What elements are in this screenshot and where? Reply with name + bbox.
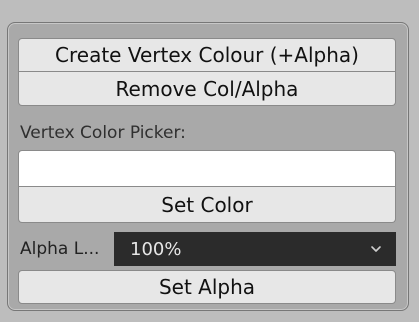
vertex-color-panel: Create Vertex Colour (+Alpha) Remove Col… xyxy=(7,22,409,311)
vertex-color-picker-label: Vertex Color Picker: xyxy=(20,123,186,143)
alpha-level-label: Alpha L... xyxy=(18,232,114,266)
remove-col-alpha-button[interactable]: Remove Col/Alpha xyxy=(18,72,396,106)
alpha-level-value: 100% xyxy=(130,238,182,260)
create-vertex-colour-button[interactable]: Create Vertex Colour (+Alpha) xyxy=(18,38,396,72)
alpha-level-dropdown[interactable]: 100% xyxy=(114,232,396,266)
set-alpha-button[interactable]: Set Alpha xyxy=(18,270,396,304)
alpha-level-row: Alpha L... 100% xyxy=(18,232,396,266)
vertex-color-swatch[interactable] xyxy=(18,150,396,187)
set-color-button[interactable]: Set Color xyxy=(18,187,396,223)
chevron-down-icon xyxy=(368,241,384,257)
